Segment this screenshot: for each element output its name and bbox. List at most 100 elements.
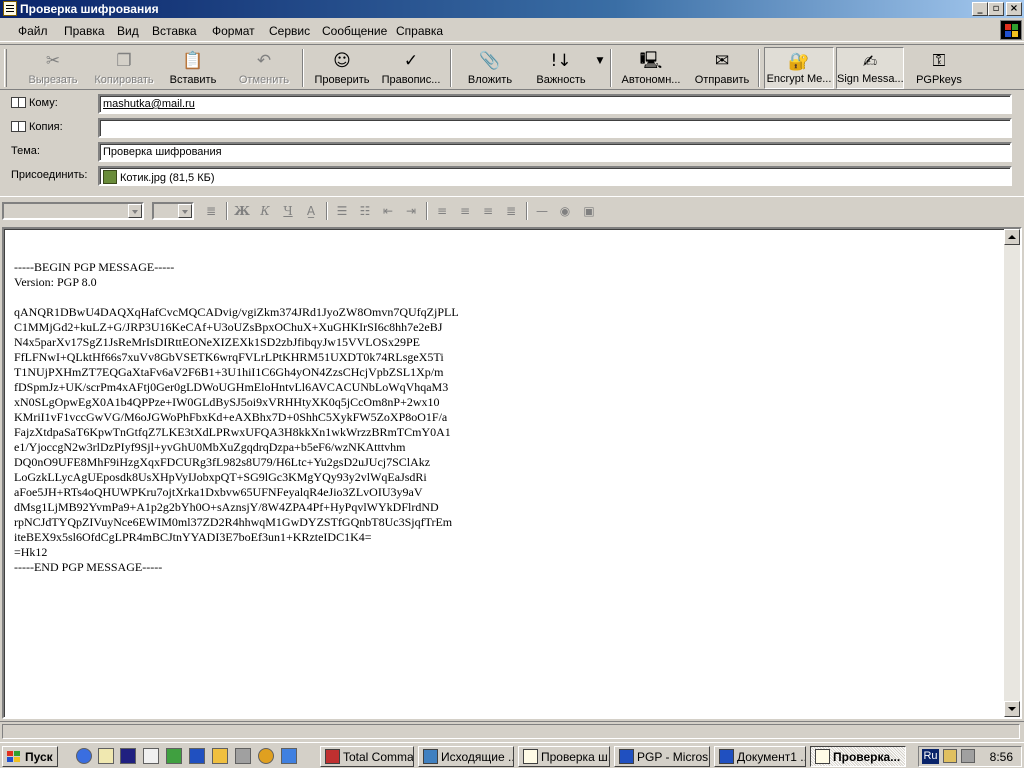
minimize-button[interactable]: _ (972, 2, 988, 16)
check-names-button[interactable]: ☺ Проверить (310, 47, 374, 89)
copy-button[interactable]: ❐ Копировать (88, 47, 160, 89)
priority-dropdown-icon[interactable]: ▼ (594, 47, 606, 89)
attachment-item[interactable]: Котик.jpg (81,5 КБ) (120, 172, 215, 184)
spell-check-icon: ✓ (403, 51, 419, 71)
clock[interactable]: 8:56 (990, 750, 1013, 764)
undo-button[interactable]: ↶ Отменить (232, 47, 296, 89)
chevron-down-icon[interactable] (178, 204, 192, 218)
notepad-icon[interactable] (98, 748, 114, 764)
task-document1[interactable]: Документ1 ... (714, 746, 806, 767)
align-left-icon[interactable]: ≡ (433, 203, 451, 219)
attach-button[interactable]: 📎 Вложить (460, 47, 520, 89)
window-icon[interactable] (3, 1, 17, 16)
computer-icon: 🖳 (639, 51, 663, 71)
network-icon[interactable] (281, 748, 297, 764)
spelling-button[interactable]: ✓ Правопис... (378, 47, 444, 89)
cc-label[interactable]: Копия: (11, 121, 63, 133)
toolbar-separator (610, 49, 612, 87)
task-pgp-word[interactable]: PGP - Micros... (614, 746, 710, 767)
align-right-icon[interactable]: ≡ (479, 203, 497, 219)
scroll-down-icon[interactable] (1004, 701, 1020, 717)
align-center-icon[interactable]: ≡ (456, 203, 474, 219)
language-indicator[interactable]: Ru (922, 749, 939, 764)
menu-message[interactable]: Сообщение (322, 24, 387, 38)
decrease-indent-icon[interactable]: ⇤ (379, 203, 397, 219)
pgp-tray-lock-icon[interactable] (943, 749, 957, 763)
total-commander-icon (325, 749, 340, 764)
message-icon (523, 749, 538, 764)
toolbar-grip[interactable] (4, 49, 7, 87)
menu-view[interactable]: Вид (117, 24, 139, 38)
offline-button[interactable]: 🖳 Автономн... (616, 47, 686, 89)
formatting-toolbar: ≣ Ж К Ч A̲ ☰ ☷ ⇤ ⇥ ≡ ≡ ≡ ≣ — ◉ ▣ (0, 196, 1024, 224)
task-outbox[interactable]: Исходящие ... (418, 746, 514, 767)
cut-button[interactable]: ✂ Вырезать (20, 47, 86, 89)
calendar-icon[interactable] (143, 748, 159, 764)
internet-explorer-icon[interactable] (76, 748, 92, 764)
chevron-down-icon[interactable] (128, 204, 142, 218)
underline-button[interactable]: Ч (279, 203, 297, 219)
to-label[interactable]: Кому: (11, 97, 58, 109)
hyperlink-globe-icon[interactable]: ◉ (556, 203, 574, 219)
horizontal-line-icon[interactable]: — (533, 203, 551, 219)
menu-format[interactable]: Формат (212, 24, 255, 38)
windows-logo-icon (1000, 20, 1022, 40)
message-body[interactable]: -----BEGIN PGP MESSAGE----- Version: PGP… (2, 227, 1022, 719)
task-total-commander[interactable]: Total Comma... (320, 746, 414, 767)
bold-button[interactable]: Ж (233, 203, 251, 219)
to-field[interactable]: mashutka@mail.ru (98, 94, 1012, 114)
address-book-icon[interactable] (11, 121, 26, 132)
close-button[interactable]: × (1006, 2, 1022, 16)
word-icon (719, 749, 734, 764)
title-bar[interactable]: Проверка шифрования _ ▫ × (0, 0, 1024, 18)
task-encryption-check[interactable]: Проверка ш... (518, 746, 610, 767)
jpeg-file-icon (103, 170, 117, 184)
keys-icon: ⚿ (932, 51, 946, 71)
font-name-combo[interactable] (2, 202, 144, 220)
encrypt-message-button[interactable]: 🔐 Encrypt Me... (764, 47, 834, 89)
word-icon[interactable] (189, 748, 205, 764)
menu-edit[interactable]: Правка (64, 24, 105, 38)
pgpkeys-button[interactable]: ⚿ PGPkeys (908, 47, 970, 89)
taskbar: Пуск Total Comma... Исходящие ... Провер… (0, 742, 1024, 768)
priority-button[interactable]: !↓ Важность (528, 47, 594, 89)
justify-icon[interactable]: ≣ (502, 203, 520, 219)
app-diamond-icon[interactable] (166, 748, 182, 764)
menu-help[interactable]: Справка (396, 24, 443, 38)
floppy-icon[interactable] (120, 748, 136, 764)
to-recipient[interactable]: mashutka@mail.ru (103, 98, 195, 110)
window-title: Проверка шифрования (20, 2, 159, 16)
vertical-scrollbar[interactable] (1004, 229, 1020, 717)
menu-file[interactable]: Файл (18, 24, 48, 38)
send-icon: ✉ (714, 51, 730, 71)
insert-picture-icon[interactable]: ▣ (580, 203, 598, 219)
pencil-icon[interactable] (212, 748, 228, 764)
menu-insert[interactable]: Вставка (152, 24, 197, 38)
font-color-icon[interactable]: A̲ (302, 203, 320, 219)
increase-indent-icon[interactable]: ⇥ (402, 203, 420, 219)
address-book-icon[interactable] (11, 97, 26, 108)
subject-field[interactable]: Проверка шифрования (98, 142, 1012, 162)
status-bar (0, 721, 1024, 740)
bulleted-list-icon[interactable]: ☷ (356, 203, 374, 219)
task-active-message[interactable]: Проверка... (810, 746, 906, 767)
send-button[interactable]: ✉ Отправить (690, 47, 754, 89)
start-button[interactable]: Пуск (2, 746, 58, 767)
message-text[interactable]: -----BEGIN PGP MESSAGE----- Version: PGP… (14, 260, 994, 575)
attach-field[interactable]: Котик.jpg (81,5 КБ) (98, 166, 1012, 186)
maximize-button[interactable]: ▫ (988, 2, 1004, 16)
italic-button[interactable]: К (256, 203, 274, 219)
monitor-icon[interactable] (235, 748, 251, 764)
cc-field[interactable] (98, 118, 1012, 138)
sign-message-button[interactable]: ✍ Sign Messa... (836, 47, 904, 89)
media-player-icon[interactable] (258, 748, 274, 764)
volume-icon[interactable] (961, 749, 975, 763)
format-separator (526, 202, 528, 220)
font-size-combo[interactable] (152, 202, 194, 220)
scroll-up-icon[interactable] (1004, 229, 1020, 245)
paragraph-style-icon[interactable]: ≣ (202, 203, 220, 219)
paste-button[interactable]: 📋 Вставить (162, 47, 224, 89)
check-names-icon: ☺ (333, 51, 351, 71)
menu-tools[interactable]: Сервис (269, 24, 310, 38)
numbered-list-icon[interactable]: ☰ (333, 203, 351, 219)
